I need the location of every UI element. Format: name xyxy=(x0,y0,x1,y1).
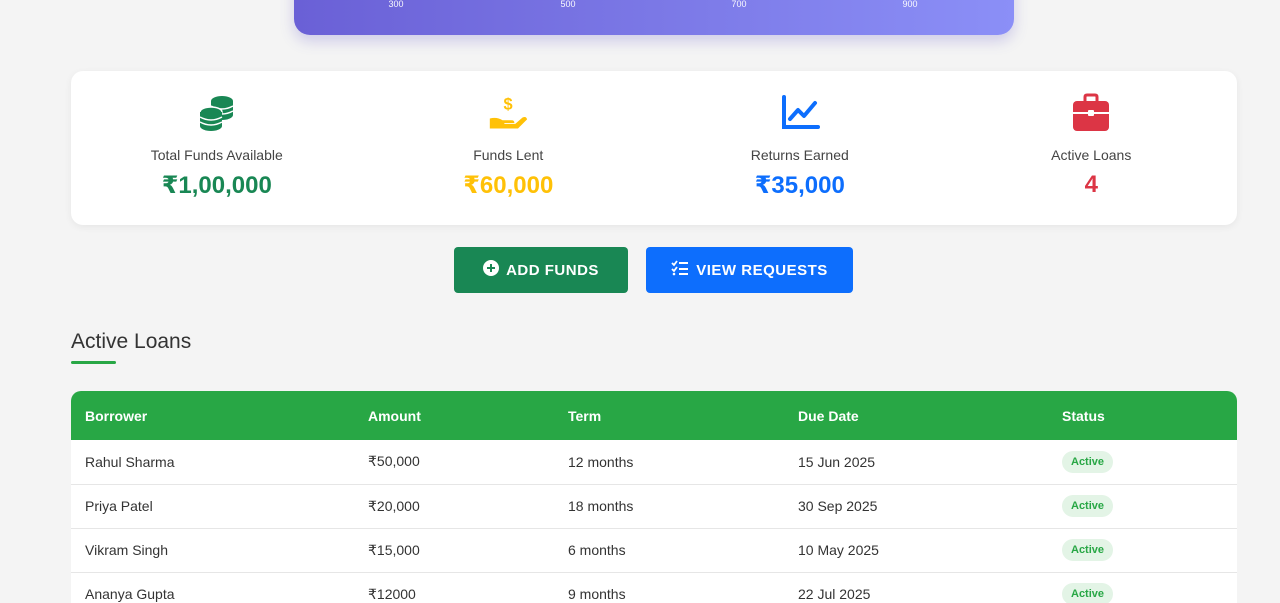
view-requests-button[interactable]: VIEW REQUESTS xyxy=(646,247,853,293)
hero-banner: 300 500 700 900 xyxy=(294,0,1014,35)
status-badge: Active xyxy=(1062,495,1114,517)
stat-active-loans: Active Loans 4 xyxy=(946,71,1238,225)
table-row: Rahul Sharma ₹50,000 12 months 15 Jun 20… xyxy=(71,440,1237,485)
status-cell: Active xyxy=(1048,484,1237,529)
stat-value: 4 xyxy=(1084,171,1098,198)
status-badge: Active xyxy=(1062,450,1114,473)
column-header: Term xyxy=(568,407,602,424)
coins-icon xyxy=(197,93,237,133)
stat-funds-lent: $ Funds Lent ₹60,000 xyxy=(363,71,655,225)
due-date-cell: 15 Jun 2025 xyxy=(784,440,1048,485)
term-cell: 18 months xyxy=(554,484,784,529)
borrower-cell: Vikram Singh xyxy=(71,528,354,573)
term-cell: 6 months xyxy=(554,528,784,573)
term-cell: 9 months xyxy=(554,572,784,603)
hero-tick-label: 900 xyxy=(902,0,918,9)
status-cell: Active xyxy=(1048,572,1237,603)
stat-label: Active Loans xyxy=(1051,147,1132,163)
stat-label: Total Funds Available xyxy=(150,147,283,163)
svg-text:$: $ xyxy=(504,95,513,113)
view-requests-label: VIEW REQUESTS xyxy=(696,261,828,279)
borrower-cell: Rahul Sharma xyxy=(71,440,354,485)
status-badge: Active xyxy=(1062,539,1114,561)
table-row: Priya Patel ₹20,000 18 months 30 Sep 202… xyxy=(71,484,1237,529)
borrower-cell: Ananya Gupta xyxy=(71,572,354,603)
stat-label: Returns Earned xyxy=(750,147,849,163)
add-funds-button[interactable]: ADD FUNDS xyxy=(454,247,628,293)
column-header: Due Date xyxy=(798,407,859,424)
chart-line-icon xyxy=(780,93,820,133)
due-date-cell: 30 Sep 2025 xyxy=(784,484,1048,529)
borrower-cell: Priya Patel xyxy=(71,484,354,529)
column-header: Status xyxy=(1062,407,1105,424)
due-date-cell: 10 May 2025 xyxy=(784,528,1048,573)
plus-circle-icon xyxy=(483,260,500,280)
table-row: Vikram Singh ₹15,000 6 months 10 May 202… xyxy=(71,528,1237,573)
status-badge: Active xyxy=(1062,583,1114,603)
table-row: Ananya Gupta ₹12000 9 months 22 Jul 2025… xyxy=(71,572,1237,603)
briefcase-icon xyxy=(1071,93,1111,133)
stat-value: ₹1,00,000 xyxy=(161,172,272,199)
hero-tick-label: 300 xyxy=(388,0,404,9)
status-cell: Active xyxy=(1048,440,1237,485)
stat-value: ₹35,000 xyxy=(754,172,845,199)
stat-total-funds: Total Funds Available ₹1,00,000 xyxy=(71,71,363,225)
amount-cell: ₹50,000 xyxy=(354,440,554,485)
hero-tick-label: 500 xyxy=(560,0,576,9)
amount-cell: ₹20,000 xyxy=(354,484,554,529)
add-funds-label: ADD FUNDS xyxy=(506,261,599,279)
hand-holding-dollar-icon: $ xyxy=(488,93,528,133)
amount-cell: ₹12000 xyxy=(354,572,554,603)
list-check-icon xyxy=(671,260,689,280)
column-header: Borrower xyxy=(85,407,148,424)
stat-label: Funds Lent xyxy=(473,147,544,163)
hero-tick-label: 700 xyxy=(731,0,747,9)
term-cell: 12 months xyxy=(554,440,784,485)
stats-card: Total Funds Available ₹1,00,000 $ Funds … xyxy=(71,71,1237,225)
section-underline xyxy=(71,361,116,364)
active-loans-table: Borrower Amount Term Due Date Status Rah… xyxy=(71,391,1237,603)
stat-returns-earned: Returns Earned ₹35,000 xyxy=(654,71,946,225)
table-header-row: Borrower Amount Term Due Date Status xyxy=(71,391,1237,440)
amount-cell: ₹15,000 xyxy=(354,528,554,573)
stat-value: ₹60,000 xyxy=(463,172,554,199)
section-title: Active Loans xyxy=(71,330,192,353)
status-cell: Active xyxy=(1048,528,1237,573)
due-date-cell: 22 Jul 2025 xyxy=(784,572,1048,603)
column-header: Amount xyxy=(368,407,421,424)
